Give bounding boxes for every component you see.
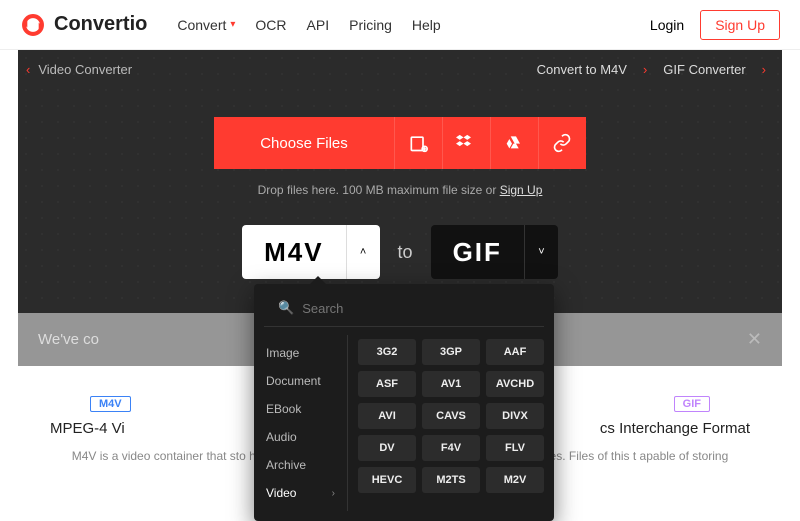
signup-inline-link[interactable]: Sign Up [500, 183, 543, 197]
dropdown-arrow [310, 276, 326, 284]
format-f4v[interactable]: F4V [422, 435, 480, 461]
chevron-down-icon: ▾ [230, 19, 235, 30]
format-asf[interactable]: ASF [358, 371, 416, 397]
category-video[interactable]: Video› [254, 479, 347, 507]
close-icon[interactable]: ✕ [747, 329, 762, 350]
format-avchd[interactable]: AVCHD [486, 371, 544, 397]
to-label: to [398, 242, 413, 263]
drop-hint: Drop files here. 100 MB maximum file siz… [18, 183, 782, 197]
format-3gp[interactable]: 3GP [422, 339, 480, 365]
search-icon: 🔍 [278, 300, 294, 316]
format-m2ts[interactable]: M2TS [422, 467, 480, 493]
from-format-select[interactable]: M4V ˄ [242, 225, 379, 279]
choose-files-group: Choose Files [214, 117, 586, 169]
file-browse-icon[interactable] [394, 117, 442, 169]
nav-pricing[interactable]: Pricing [349, 17, 392, 33]
format-dv[interactable]: DV [358, 435, 416, 461]
info-title-right: cs Interchange Format [600, 420, 750, 437]
from-format-label: M4V [242, 237, 345, 268]
header-right: Login Sign Up [650, 10, 780, 40]
nav-convert[interactable]: Convert▾ [177, 17, 235, 33]
format-search-input[interactable] [302, 301, 530, 316]
convertio-logo-icon [20, 12, 46, 38]
chevron-right-icon: › [643, 62, 647, 77]
breadcrumb: ‹ Video Converter Convert to M4V › GIF C… [18, 50, 782, 89]
chevron-up-icon[interactable]: ˄ [346, 225, 380, 279]
hero: ‹ Video Converter Convert to M4V › GIF C… [18, 50, 782, 313]
crumb-video-converter[interactable]: Video Converter [38, 62, 132, 77]
badge-gif: GIF [674, 396, 710, 412]
format-avi[interactable]: AVI [358, 403, 416, 429]
format-search: 🔍 [264, 294, 544, 327]
brand-name: Convertio [54, 13, 147, 36]
nav-api[interactable]: API [307, 17, 330, 33]
chevron-right-icon[interactable]: › [762, 62, 766, 77]
main-nav: Convert▾ OCR API Pricing Help [177, 17, 440, 33]
google-drive-icon[interactable] [490, 117, 538, 169]
format-dropdown: 🔍 ImageDocumentEBookAudioArchiveVideo› 3… [254, 284, 554, 521]
format-cavs[interactable]: CAVS [422, 403, 480, 429]
choose-files-button[interactable]: Choose Files [214, 117, 394, 169]
format-aaf[interactable]: AAF [486, 339, 544, 365]
url-icon[interactable] [538, 117, 586, 169]
format-m2v[interactable]: M2V [486, 467, 544, 493]
format-flv[interactable]: FLV [486, 435, 544, 461]
info-title-left: MPEG-4 Vi [50, 420, 125, 437]
logo[interactable]: Convertio [20, 12, 147, 38]
header: Convertio Convert▾ OCR API Pricing Help … [0, 0, 800, 50]
stats-text-left: We've co [38, 331, 99, 348]
category-ebook[interactable]: EBook [254, 395, 347, 423]
nav-ocr[interactable]: OCR [255, 17, 286, 33]
to-format-label: GIF [431, 237, 524, 268]
category-audio[interactable]: Audio [254, 423, 347, 451]
category-document[interactable]: Document [254, 367, 347, 395]
to-format-select[interactable]: GIF ˅ [431, 225, 558, 279]
chevron-left-icon[interactable]: ‹ [26, 62, 30, 77]
nav-help[interactable]: Help [412, 17, 441, 33]
category-image[interactable]: Image [254, 339, 347, 367]
format-categories: ImageDocumentEBookAudioArchiveVideo› [254, 335, 348, 511]
format-hevc[interactable]: HEVC [358, 467, 416, 493]
format-divx[interactable]: DIVX [486, 403, 544, 429]
badge-m4v: M4V [90, 396, 131, 412]
format-grid: 3G23GPAAF ASFAV1AVCHD AVICAVSDIVX DVF4VFLV H… [348, 335, 554, 511]
dropbox-icon[interactable] [442, 117, 490, 169]
format-3g2[interactable]: 3G2 [358, 339, 416, 365]
format-av1[interactable]: AV1 [422, 371, 480, 397]
chevron-down-icon[interactable]: ˅ [524, 225, 558, 279]
signup-button[interactable]: Sign Up [700, 10, 780, 40]
crumb-convert-to-m4v[interactable]: Convert to M4V [537, 62, 627, 77]
category-archive[interactable]: Archive [254, 451, 347, 479]
login-link[interactable]: Login [650, 17, 684, 33]
crumb-gif-converter[interactable]: GIF Converter [663, 62, 745, 77]
